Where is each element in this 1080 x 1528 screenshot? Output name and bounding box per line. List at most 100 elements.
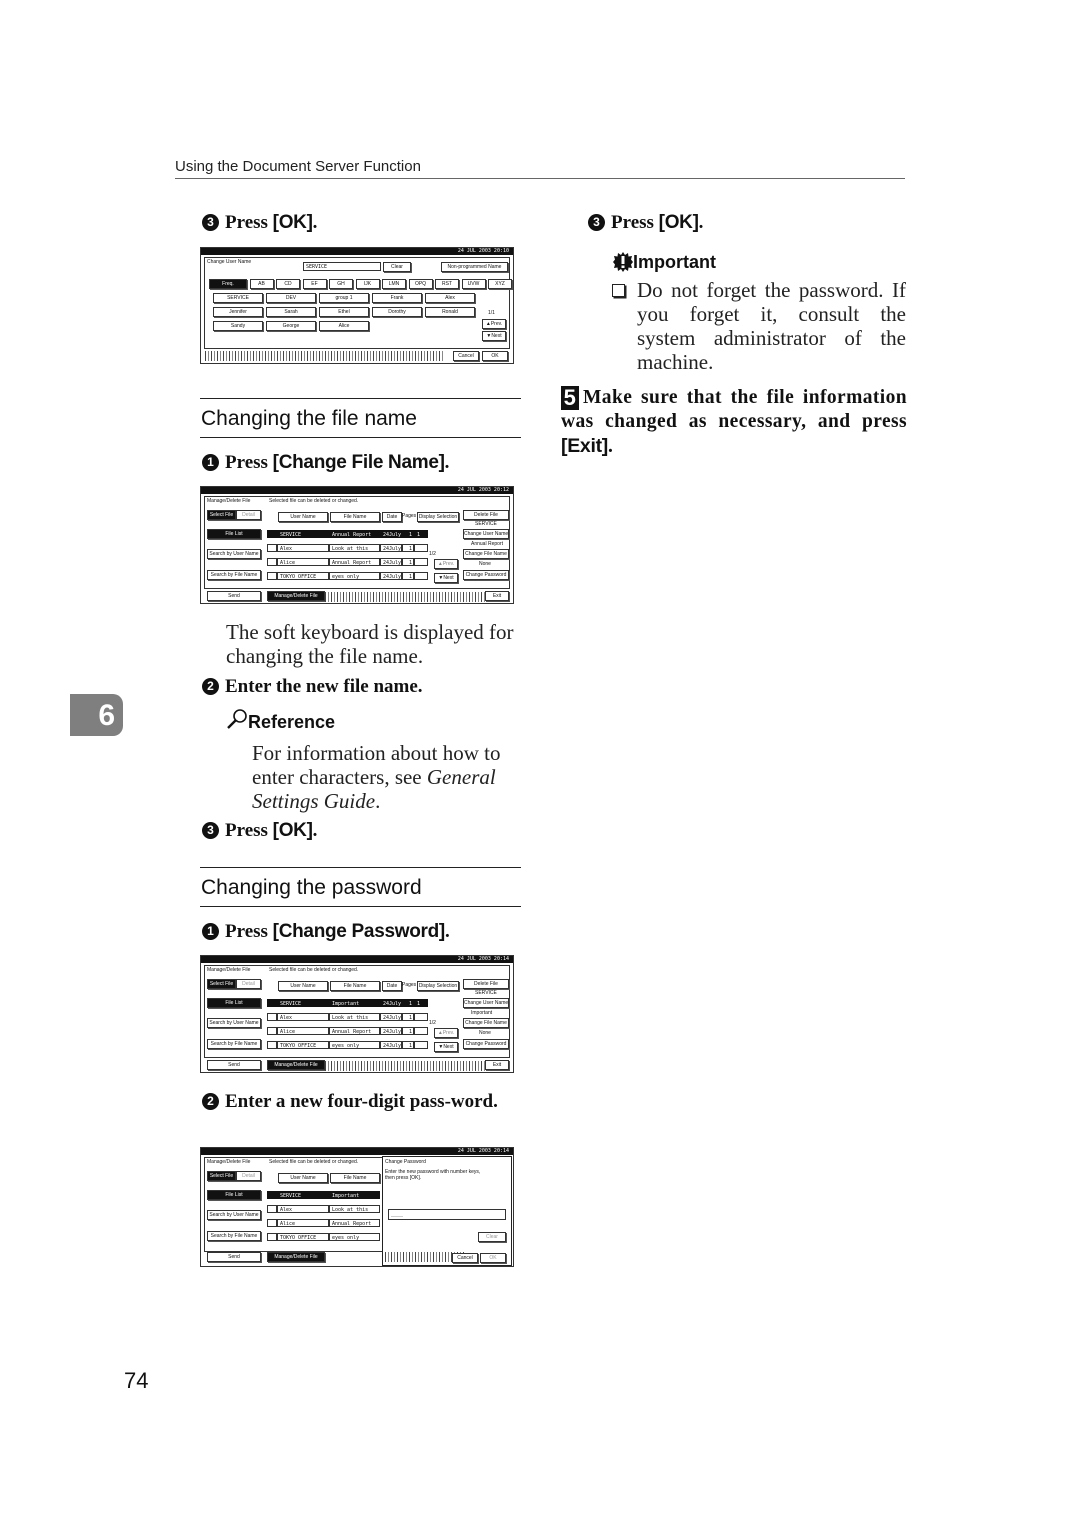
column-date[interactable]: Date xyxy=(382,981,402,991)
detail-button[interactable]: Detail xyxy=(236,979,261,989)
manage-delete-file-tab[interactable]: Manage/Delete File xyxy=(267,1060,325,1070)
change-password-button[interactable]: Change Password xyxy=(463,570,509,580)
file-list-button[interactable]: File List xyxy=(207,1190,261,1200)
row-select-cell[interactable] xyxy=(267,1233,277,1241)
cancel-button[interactable]: Cancel xyxy=(452,1253,478,1263)
user-name-key[interactable]: Alice xyxy=(319,321,369,331)
column-user-name[interactable]: User Name xyxy=(278,1173,328,1183)
non-programmed-name-button[interactable]: Non-programmed Name xyxy=(441,262,508,272)
row-select-cell[interactable] xyxy=(267,999,277,1007)
select-file-button[interactable]: Select File xyxy=(207,1171,236,1181)
row-user-name: Alice xyxy=(277,1219,329,1227)
magnifier-icon xyxy=(227,709,247,729)
display-selection-button[interactable]: Display Selection xyxy=(417,512,459,522)
row-select-cell[interactable] xyxy=(267,558,277,566)
row-select-cell[interactable] xyxy=(267,1027,277,1035)
tab-ef[interactable]: EF xyxy=(302,279,327,289)
send-button[interactable]: Send xyxy=(207,1252,261,1262)
row-select-cell[interactable] xyxy=(267,544,277,552)
search-by-file-name-button[interactable]: Search by File Name xyxy=(207,1231,261,1241)
prev-button[interactable]: ▲Prev. xyxy=(482,319,506,329)
change-file-name-button[interactable]: Change File Name xyxy=(463,549,509,559)
tab-ijk[interactable]: IJK xyxy=(355,279,380,289)
change-password-button[interactable]: Change Password xyxy=(463,1039,509,1049)
user-name-key[interactable]: DEV xyxy=(266,293,316,303)
password-input[interactable]: ____ xyxy=(388,1209,506,1220)
tab-cd[interactable]: CD xyxy=(276,279,300,289)
file-list-button[interactable]: File List xyxy=(207,998,261,1008)
search-by-file-name-button[interactable]: Search by File Name xyxy=(207,570,261,580)
search-by-file-name-button[interactable]: Search by File Name xyxy=(207,1039,261,1049)
cancel-button[interactable]: Cancel xyxy=(453,351,479,361)
ok-button[interactable]: OK xyxy=(480,1253,506,1263)
search-by-user-name-button[interactable]: Search by User Name xyxy=(207,1018,261,1028)
tab-xyz[interactable]: XYZ xyxy=(488,279,512,289)
delete-file-button[interactable]: Delete File xyxy=(463,510,509,520)
user-name-key[interactable]: SERVICE xyxy=(213,293,263,303)
tab-rst[interactable]: RST xyxy=(435,279,459,289)
clear-button[interactable]: Clear xyxy=(383,262,411,272)
row-user-name: SERVICE xyxy=(277,1191,329,1199)
user-name-key[interactable]: Ethel xyxy=(319,307,369,317)
delete-file-button[interactable]: Delete File xyxy=(463,979,509,989)
display-selection-button[interactable]: Display Selection xyxy=(417,981,459,991)
tab-opq[interactable]: OPQ xyxy=(408,279,433,289)
select-file-button[interactable]: Select File xyxy=(207,979,236,989)
row-pages: 1 xyxy=(402,1041,414,1049)
user-name-key[interactable]: George xyxy=(266,321,316,331)
search-by-user-name-button[interactable]: Search by User Name xyxy=(207,549,261,559)
tab-uvw[interactable]: UVW xyxy=(461,279,486,289)
search-by-user-name-button[interactable]: Search by User Name xyxy=(207,1210,261,1220)
change-file-name-button[interactable]: Change File Name xyxy=(463,1018,509,1028)
row-select-cell[interactable] xyxy=(267,572,277,580)
column-user-name[interactable]: User Name xyxy=(278,512,328,522)
screenshot-change-user-name: 24 JUL 2003 20:10 Change User Name SERVI… xyxy=(200,247,514,364)
tab-lmn[interactable]: LMN xyxy=(382,279,406,289)
user-name-key[interactable]: Jennifer xyxy=(213,307,263,317)
detail-button[interactable]: Detail xyxy=(236,1171,261,1181)
tab-gh[interactable]: GH xyxy=(329,279,353,289)
user-name-key[interactable]: Frank xyxy=(372,293,422,303)
prev-button[interactable]: ▲Prev. xyxy=(434,1028,458,1038)
step-press-ok-2: 3 Press [OK]. xyxy=(202,820,317,842)
user-name-key[interactable]: Alex xyxy=(425,293,475,303)
user-name-input[interactable]: SERVICE xyxy=(303,262,381,271)
user-name-key[interactable]: Dorothy xyxy=(372,307,422,317)
step-enter-new-file-name: 2 Enter the new file name. xyxy=(202,676,423,698)
change-user-name-button[interactable]: Change User Name xyxy=(463,998,509,1008)
ok-button[interactable]: OK xyxy=(482,351,508,361)
column-file-name[interactable]: File Name xyxy=(330,1173,380,1183)
send-button[interactable]: Send xyxy=(207,591,261,601)
row-select-cell[interactable] xyxy=(267,1219,277,1227)
user-name-key[interactable]: Sandy xyxy=(213,321,263,331)
clear-button[interactable]: Clear xyxy=(478,1232,506,1242)
detail-button[interactable]: Detail xyxy=(236,510,261,520)
row-select-cell[interactable] xyxy=(267,1013,277,1021)
next-button[interactable]: ▼Next xyxy=(482,331,506,341)
user-name-key[interactable]: group 1 xyxy=(319,293,369,303)
row-select-cell[interactable] xyxy=(267,530,277,538)
next-button[interactable]: ▼Next xyxy=(434,573,458,583)
manage-delete-file-tab[interactable]: Manage/Delete File xyxy=(267,591,325,601)
row-select-cell[interactable] xyxy=(267,1041,277,1049)
tab-ab[interactable]: AB xyxy=(249,279,274,289)
column-user-name[interactable]: User Name xyxy=(278,981,328,991)
column-date[interactable]: Date xyxy=(382,512,402,522)
next-button[interactable]: ▼Next xyxy=(434,1042,458,1052)
exit-button[interactable]: Exit xyxy=(485,591,509,601)
send-button[interactable]: Send xyxy=(207,1060,261,1070)
row-select-cell[interactable] xyxy=(267,1191,277,1199)
column-file-name[interactable]: File Name xyxy=(330,981,380,991)
tab-freq[interactable]: Freq. xyxy=(209,279,247,289)
file-list-button[interactable]: File List xyxy=(207,529,261,539)
change-user-name-button[interactable]: Change User Name xyxy=(463,529,509,539)
exit-button[interactable]: Exit xyxy=(485,1060,509,1070)
prev-button[interactable]: ▲Prev. xyxy=(434,559,458,569)
column-file-name[interactable]: File Name xyxy=(330,512,380,522)
select-file-button[interactable]: Select File xyxy=(207,510,236,520)
important-note: Do not forget the password. If you forge… xyxy=(612,278,906,374)
user-name-key[interactable]: Ronald xyxy=(425,307,475,317)
row-select-cell[interactable] xyxy=(267,1205,277,1213)
manage-delete-file-tab[interactable]: Manage/Delete File xyxy=(267,1252,325,1262)
user-name-key[interactable]: Sarah xyxy=(266,307,316,317)
